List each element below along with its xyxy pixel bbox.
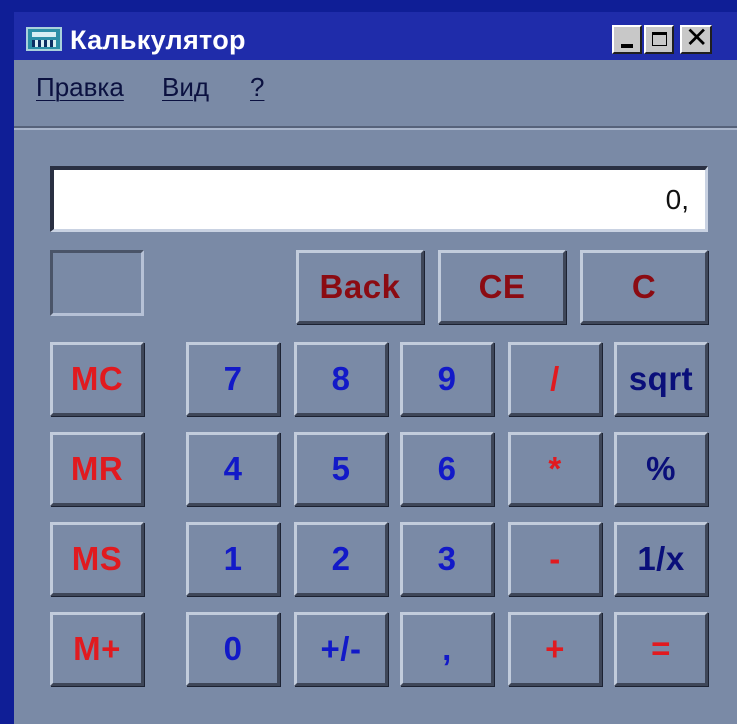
sqrt-button[interactable]: sqrt — [614, 342, 708, 416]
title-bar[interactable]: Калькулятор ✕ — [14, 12, 737, 60]
digit-0-button[interactable]: 0 — [186, 612, 280, 686]
clear-button[interactable]: C — [580, 250, 708, 324]
digit-6-button[interactable]: 6 — [400, 432, 494, 506]
display-value: 0, — [665, 184, 689, 215]
calculator-body: Правка Вид ? 0, Back CE C MC MR MS M+ 7 … — [14, 60, 737, 724]
subtract-button[interactable]: - — [508, 522, 602, 596]
percent-button[interactable]: % — [614, 432, 708, 506]
add-button[interactable]: + — [508, 612, 602, 686]
memory-store-button[interactable]: MS — [50, 522, 144, 596]
equals-button[interactable]: = — [614, 612, 708, 686]
menu-help[interactable]: ? — [250, 72, 264, 103]
close-icon: ✕ — [685, 22, 709, 53]
decimal-comma-button[interactable]: , — [400, 612, 494, 686]
digit-3-button[interactable]: 3 — [400, 522, 494, 596]
digit-4-button[interactable]: 4 — [186, 432, 280, 506]
digit-2-button[interactable]: 2 — [294, 522, 388, 596]
minimize-icon — [621, 44, 633, 48]
memory-recall-button[interactable]: MR — [50, 432, 144, 506]
menu-view[interactable]: Вид — [162, 72, 209, 103]
sign-toggle-button[interactable]: +/- — [294, 612, 388, 686]
back-button[interactable]: Back — [296, 250, 424, 324]
close-button[interactable]: ✕ — [680, 22, 712, 54]
multiply-button[interactable]: * — [508, 432, 602, 506]
digit-8-button[interactable]: 8 — [294, 342, 388, 416]
memory-add-button[interactable]: M+ — [50, 612, 144, 686]
memory-clear-button[interactable]: MC — [50, 342, 144, 416]
minimize-button[interactable] — [612, 25, 642, 54]
menu-edit[interactable]: Правка — [36, 72, 124, 103]
menu-bar: Правка Вид ? — [14, 60, 737, 116]
maximize-icon — [652, 32, 667, 46]
digit-1-button[interactable]: 1 — [186, 522, 280, 596]
menu-separator — [14, 126, 737, 130]
calculator-icon — [26, 27, 62, 51]
divide-button[interactable]: / — [508, 342, 602, 416]
reciprocal-button[interactable]: 1/x — [614, 522, 708, 596]
digit-7-button[interactable]: 7 — [186, 342, 280, 416]
calculator-window: Калькулятор ✕ Правка Вид ? 0, Back CE C … — [0, 0, 737, 724]
clear-entry-button[interactable]: CE — [438, 250, 566, 324]
result-display[interactable]: 0, — [50, 166, 708, 232]
memory-indicator — [50, 250, 144, 316]
digit-5-button[interactable]: 5 — [294, 432, 388, 506]
window-title: Калькулятор — [70, 25, 246, 55]
maximize-button[interactable] — [644, 25, 674, 54]
digit-9-button[interactable]: 9 — [400, 342, 494, 416]
